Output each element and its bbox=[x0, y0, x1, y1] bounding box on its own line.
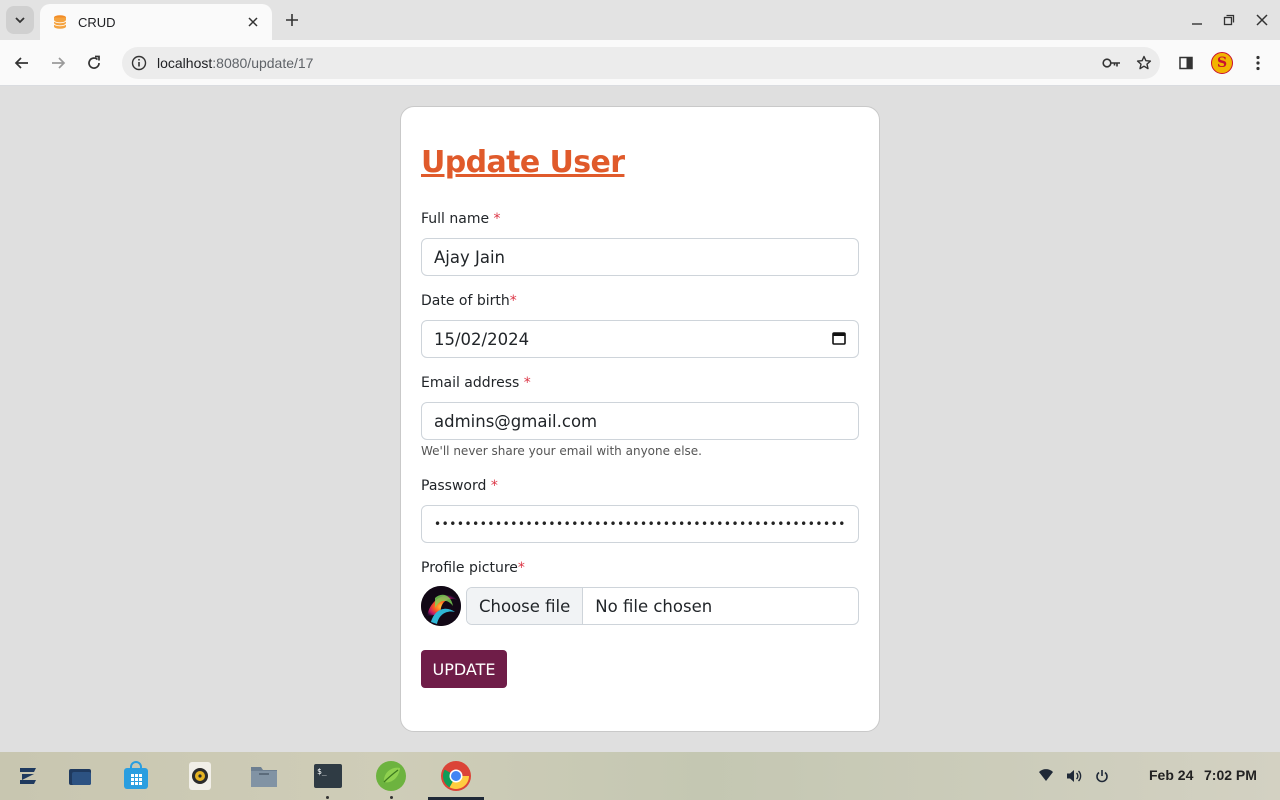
password-field[interactable]: ••••••••••••••••••••••••••••••••••••••••… bbox=[421, 505, 859, 543]
close-icon[interactable] bbox=[244, 13, 262, 31]
full-name-label: Full name * bbox=[421, 211, 501, 227]
key-icon[interactable] bbox=[1096, 47, 1128, 79]
running-indicator bbox=[326, 796, 329, 799]
volume-icon[interactable] bbox=[1064, 766, 1084, 786]
required-marker: * bbox=[509, 293, 517, 309]
side-panel-icon[interactable] bbox=[1172, 49, 1200, 77]
profile-avatar[interactable]: S bbox=[1208, 49, 1236, 77]
profile-picture-file-input[interactable]: Choose file No file chosen bbox=[466, 587, 859, 625]
running-indicator bbox=[390, 796, 393, 799]
required-marker: * bbox=[490, 478, 498, 494]
email-help-text: We'll never share your email with anyone… bbox=[421, 444, 702, 458]
update-button[interactable]: UPDATE bbox=[421, 650, 507, 688]
tab-strip: CRUD bbox=[0, 0, 1280, 40]
page-viewport: Update User Full name * Date of birth* 1… bbox=[0, 86, 1280, 752]
menu-icon[interactable] bbox=[1244, 49, 1272, 77]
taskbar-date[interactable]: Feb 24 bbox=[1149, 767, 1193, 783]
url-path: :8080/update/17 bbox=[212, 55, 314, 71]
wifi-icon[interactable] bbox=[1036, 766, 1056, 786]
tab-search-icon[interactable] bbox=[6, 6, 34, 34]
tab-title: CRUD bbox=[78, 14, 116, 30]
password-masked-value[interactable]: ••••••••••••••••••••••••••••••••••••••••… bbox=[434, 517, 846, 531]
reload-icon[interactable] bbox=[80, 49, 108, 77]
star-icon[interactable] bbox=[1128, 47, 1160, 79]
folder-icon[interactable] bbox=[246, 758, 282, 794]
choose-file-button[interactable]: Choose file bbox=[467, 588, 584, 624]
close-window-icon[interactable] bbox=[1250, 8, 1274, 32]
dob-field[interactable]: 15/02/2024 bbox=[421, 320, 859, 358]
svg-text:$_: $_ bbox=[317, 767, 327, 776]
full-name-field[interactable] bbox=[421, 238, 859, 276]
required-marker: * bbox=[517, 560, 525, 576]
dob-label: Date of birth* bbox=[421, 293, 517, 309]
terminal-icon[interactable]: $_ bbox=[310, 758, 346, 794]
calendar-icon[interactable] bbox=[832, 330, 846, 349]
chrome-icon[interactable] bbox=[438, 758, 474, 794]
dob-value[interactable]: 15/02/2024 bbox=[434, 330, 832, 349]
power-icon[interactable] bbox=[1092, 766, 1112, 786]
database-favicon-icon bbox=[53, 15, 67, 29]
profile-picture-thumbnail bbox=[421, 586, 461, 626]
back-icon[interactable] bbox=[8, 49, 36, 77]
site-info-icon[interactable] bbox=[124, 47, 154, 79]
zorin-icon[interactable] bbox=[10, 758, 46, 794]
file-status-text: No file chosen bbox=[595, 596, 713, 616]
store-icon[interactable] bbox=[118, 758, 154, 794]
plus-icon[interactable] bbox=[280, 8, 304, 32]
password-label: Password * bbox=[421, 478, 498, 494]
taskbar: $_ Feb 24 7:02 PM bbox=[0, 752, 1280, 800]
full-name-input[interactable] bbox=[434, 247, 846, 267]
files-icon[interactable] bbox=[62, 758, 98, 794]
browser-tab[interactable]: CRUD bbox=[40, 4, 272, 40]
email-field[interactable] bbox=[421, 402, 859, 440]
email-input[interactable] bbox=[434, 411, 846, 431]
forward-icon[interactable] bbox=[44, 49, 72, 77]
music-icon[interactable] bbox=[182, 758, 218, 794]
taskbar-time[interactable]: 7:02 PM bbox=[1204, 767, 1257, 783]
update-user-card: Update User Full name * Date of birth* 1… bbox=[400, 106, 880, 732]
spring-icon[interactable] bbox=[373, 758, 409, 794]
restore-icon[interactable] bbox=[1217, 8, 1241, 32]
address-bar[interactable]: localhost:8080/update/17 bbox=[122, 47, 1160, 79]
email-label: Email address * bbox=[421, 375, 531, 391]
page-title: Update User bbox=[421, 145, 625, 180]
url-text[interactable]: localhost:8080/update/17 bbox=[157, 55, 1096, 71]
url-host: localhost bbox=[157, 55, 213, 71]
required-marker: * bbox=[493, 211, 501, 227]
minimize-icon[interactable] bbox=[1185, 8, 1209, 32]
required-marker: * bbox=[523, 375, 531, 391]
browser-toolbar: localhost:8080/update/17 S bbox=[0, 40, 1280, 86]
profile-picture-label: Profile picture* bbox=[421, 560, 525, 576]
